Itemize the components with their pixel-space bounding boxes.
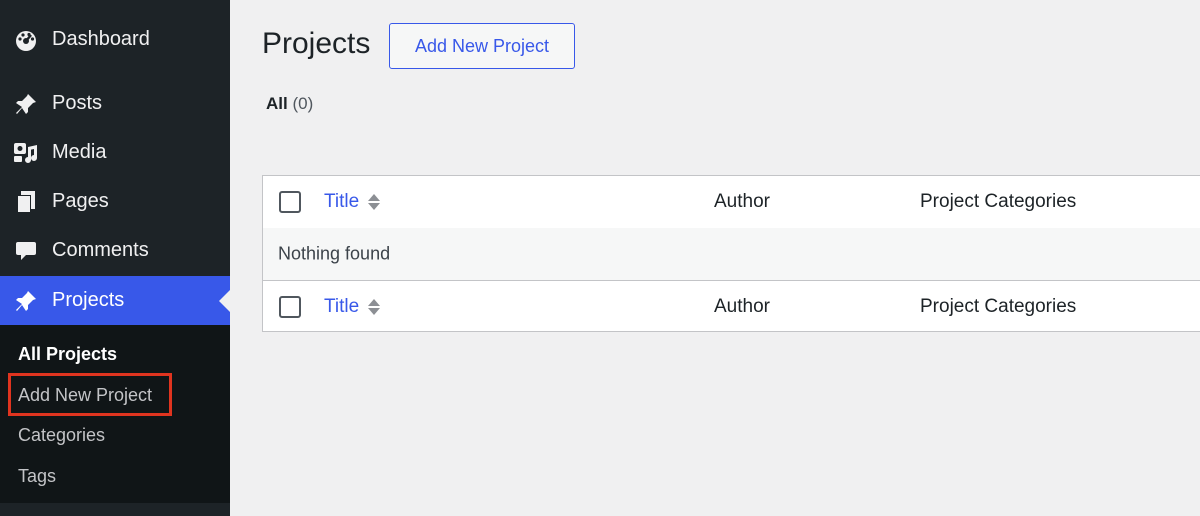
sidebar-item-label: Comments <box>52 239 149 261</box>
table-footer-row: Title Author Project Categories <box>263 281 1200 333</box>
sort-icon <box>368 299 381 315</box>
submenu-item-tags[interactable]: Tags <box>18 466 56 487</box>
sidebar-item-label: Posts <box>52 92 103 114</box>
author-column-header: Author <box>714 296 770 317</box>
pin-icon <box>13 91 39 117</box>
sidebar-item-media[interactable]: Media <box>0 128 230 177</box>
table-header-row: Title Author Project Categories <box>263 176 1200 229</box>
sidebar-item-posts[interactable]: Posts <box>0 79 230 128</box>
title-column-header[interactable]: Title <box>324 296 381 318</box>
sidebar-item-projects[interactable]: Projects <box>0 276 230 325</box>
pages-icon <box>13 189 39 215</box>
sidebar-footer <box>0 503 230 516</box>
select-all-checkbox[interactable] <box>279 191 301 213</box>
sidebar-item-label: Media <box>52 141 107 163</box>
filter-all-count: (0) <box>292 94 314 113</box>
status-filter: All (0) <box>266 94 313 114</box>
submenu-item-all-projects[interactable]: All Projects <box>18 344 117 365</box>
table-row: Nothing found <box>263 228 1200 281</box>
sidebar-item-comments[interactable]: Comments <box>0 226 230 275</box>
sidebar-item-pages[interactable]: Pages <box>0 177 230 226</box>
empty-message: Nothing found <box>278 243 391 264</box>
categories-column-header: Project Categories <box>920 296 1077 317</box>
active-menu-arrow <box>219 289 230 312</box>
sort-icon <box>368 194 381 210</box>
categories-column-header: Project Categories <box>920 191 1077 212</box>
dashboard-icon <box>13 27 39 53</box>
select-all-checkbox[interactable] <box>279 296 301 318</box>
sidebar-item-dashboard[interactable]: Dashboard <box>0 15 230 64</box>
media-icon <box>13 140 39 166</box>
title-column-header[interactable]: Title <box>324 191 381 213</box>
filter-all-link[interactable]: All <box>266 94 288 113</box>
column-label: Title <box>324 191 360 212</box>
comment-icon <box>13 238 39 264</box>
pin-icon <box>13 288 39 314</box>
column-label: Title <box>324 296 360 317</box>
submenu-item-categories[interactable]: Categories <box>18 425 105 446</box>
admin-sidebar: Dashboard Posts Media Pages Comments Pro… <box>0 0 230 516</box>
page-title: Projects <box>262 27 371 60</box>
sidebar-item-label: Pages <box>52 190 109 212</box>
sidebar-item-label: Projects <box>52 289 125 311</box>
projects-table: Title Author Project Categories Nothing … <box>262 175 1200 332</box>
sidebar-item-label: Dashboard <box>52 28 150 50</box>
add-new-project-button[interactable]: Add New Project <box>389 23 575 69</box>
highlight-annotation-box <box>8 373 172 416</box>
author-column-header: Author <box>714 191 770 212</box>
